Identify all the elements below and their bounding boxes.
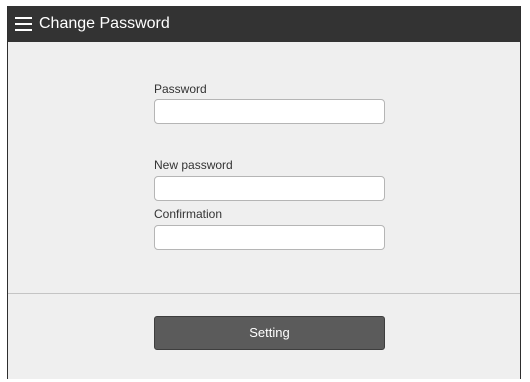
footer-divider	[8, 293, 520, 294]
setting-button[interactable]: Setting	[154, 316, 385, 350]
password-input[interactable]	[154, 99, 385, 124]
new-password-label: New password	[154, 158, 233, 172]
new-password-input[interactable]	[154, 176, 385, 201]
header-bar: Change Password	[8, 6, 520, 42]
password-label: Password	[154, 82, 207, 96]
confirmation-input[interactable]	[154, 225, 385, 250]
change-password-window: Change Password Password New password Co…	[7, 6, 521, 379]
hamburger-menu-icon[interactable]	[15, 16, 32, 31]
confirmation-label: Confirmation	[154, 207, 223, 221]
page-title: Change Password	[39, 15, 170, 32]
